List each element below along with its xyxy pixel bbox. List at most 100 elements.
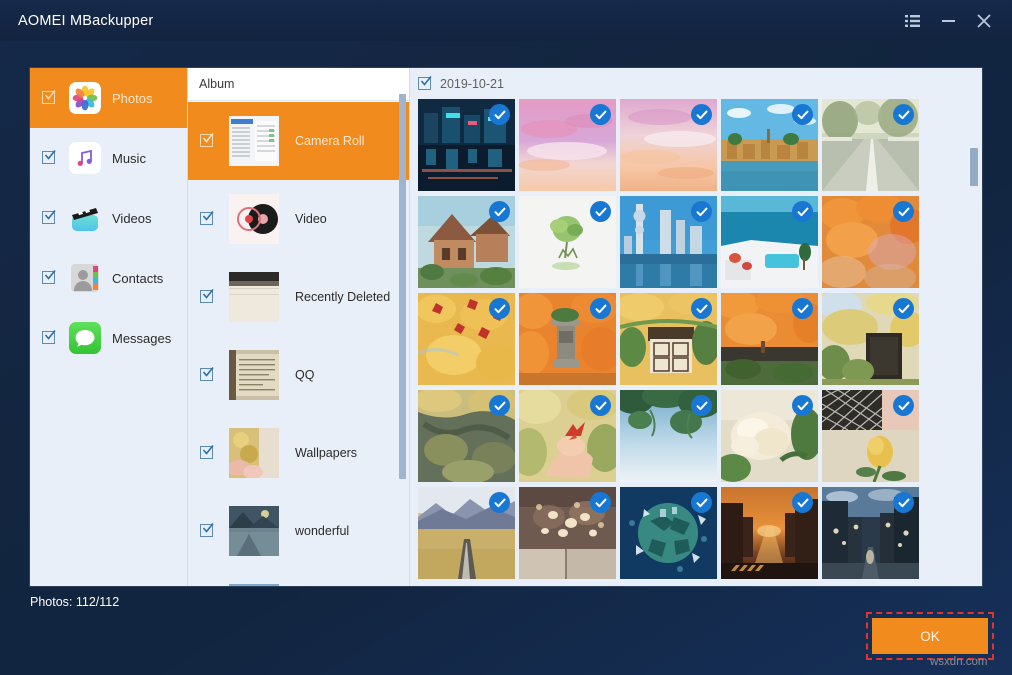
photo-thumbnail[interactable] — [418, 196, 515, 288]
qq-checkbox[interactable] — [200, 368, 215, 383]
photo-thumbnail[interactable] — [822, 487, 919, 579]
album-label-recently-deleted: Recently Deleted — [295, 290, 390, 304]
recently-deleted-checkbox[interactable] — [200, 290, 215, 305]
date-group-header[interactable]: 2019-10-21 — [410, 68, 982, 94]
date-group-checkbox[interactable] — [418, 77, 433, 92]
photo-checked-badge[interactable] — [792, 492, 813, 513]
photo-thumbnail[interactable] — [721, 293, 818, 385]
watermark: wsxdn.com — [930, 656, 988, 668]
photo-checked-badge[interactable] — [691, 201, 712, 222]
photo-thumbnail[interactable] — [721, 99, 818, 191]
album-label-qq: QQ — [295, 368, 314, 382]
ok-button[interactable]: OK — [872, 618, 988, 654]
photo-thumbnail[interactable] — [519, 390, 616, 482]
sidebar-item-music[interactable]: Music — [30, 128, 187, 188]
album-item-video[interactable]: Video — [188, 180, 409, 258]
photo-checked-badge[interactable] — [590, 298, 611, 319]
album-item-wonderful[interactable]: wonderful — [188, 492, 409, 570]
album-item-camera-roll[interactable]: Camera Roll — [188, 102, 409, 180]
photo-checked-badge[interactable] — [691, 492, 712, 513]
photo-checked-badge[interactable] — [489, 201, 510, 222]
photo-thumbnail[interactable] — [418, 293, 515, 385]
camera-roll-thumbnail — [229, 116, 279, 166]
category-sidebar: Photos Music — [30, 68, 188, 586]
album-item-wallpapers[interactable]: Wallpapers — [188, 414, 409, 492]
photo-thumbnail[interactable] — [418, 390, 515, 482]
photo-checked-badge[interactable] — [489, 104, 510, 125]
album-scrollbar-thumb[interactable] — [399, 94, 406, 479]
album-panel: Album — [188, 68, 410, 586]
main-panel: Photos Music — [30, 68, 982, 586]
minimize-button[interactable] — [930, 0, 966, 41]
photo-thumbnail[interactable] — [822, 196, 919, 288]
photo-thumbnail[interactable] — [822, 390, 919, 482]
close-button[interactable] — [966, 0, 1002, 41]
album-item-qq[interactable]: QQ — [188, 336, 409, 414]
status-text: Photos: 112/112 — [30, 595, 119, 609]
music-app-icon — [69, 142, 101, 174]
video-thumbnail — [229, 194, 279, 244]
photo-checked-badge[interactable] — [489, 492, 510, 513]
wallpapers-checkbox[interactable] — [200, 446, 215, 461]
sidebar-item-messages[interactable]: Messages — [30, 308, 187, 368]
photo-checked-badge[interactable] — [691, 104, 712, 125]
photo-checked-badge[interactable] — [590, 104, 611, 125]
photo-thumbnail[interactable] — [822, 293, 919, 385]
photo-checked-badge[interactable] — [893, 298, 914, 319]
sidebar-label-messages: Messages — [112, 331, 171, 346]
menu-list-icon[interactable] — [894, 0, 930, 41]
photo-thumbnail[interactable] — [519, 99, 616, 191]
photo-checked-badge[interactable] — [489, 395, 510, 416]
photo-checked-badge[interactable] — [893, 492, 914, 513]
photo-checked-badge[interactable] — [590, 395, 611, 416]
photos-checkbox[interactable] — [42, 91, 57, 106]
photo-thumbnail[interactable] — [721, 390, 818, 482]
messages-checkbox[interactable] — [42, 331, 57, 346]
photo-thumbnail[interactable] — [620, 487, 717, 579]
photo-checked-badge[interactable] — [489, 298, 510, 319]
photo-checked-badge[interactable] — [893, 395, 914, 416]
wonderful-checkbox[interactable] — [200, 524, 215, 539]
photo-checked-badge[interactable] — [590, 492, 611, 513]
recently-deleted-thumbnail — [229, 272, 279, 322]
messages-app-icon — [69, 322, 101, 354]
photo-checked-badge[interactable] — [792, 395, 813, 416]
photo-thumbnail[interactable] — [519, 487, 616, 579]
album-list[interactable]: Camera Roll Video — [188, 102, 409, 586]
photo-checked-badge[interactable] — [792, 298, 813, 319]
photo-thumbnail[interactable] — [620, 293, 717, 385]
music-checkbox[interactable] — [42, 151, 57, 166]
photo-checked-badge[interactable] — [893, 201, 914, 222]
photo-checked-badge[interactable] — [590, 201, 611, 222]
sidebar-item-photos[interactable]: Photos — [30, 68, 187, 128]
contacts-checkbox[interactable] — [42, 271, 57, 286]
photo-grid — [410, 94, 982, 579]
photo-checked-badge[interactable] — [792, 201, 813, 222]
photo-thumbnail[interactable] — [620, 196, 717, 288]
photo-grid-scrollbar-thumb[interactable] — [970, 148, 978, 186]
photo-thumbnail[interactable] — [620, 99, 717, 191]
photo-thumbnail[interactable] — [418, 487, 515, 579]
album-item-recently-deleted[interactable]: Recently Deleted — [188, 258, 409, 336]
photo-checked-badge[interactable] — [893, 104, 914, 125]
album-label-wonderful: wonderful — [295, 524, 349, 538]
photo-thumbnail[interactable] — [721, 196, 818, 288]
photo-thumbnail[interactable] — [519, 293, 616, 385]
sidebar-label-photos: Photos — [112, 91, 152, 106]
photo-thumbnail[interactable] — [721, 487, 818, 579]
album-item-partial[interactable] — [188, 570, 409, 586]
videos-checkbox[interactable] — [42, 211, 57, 226]
photo-checked-badge[interactable] — [792, 104, 813, 125]
photo-thumbnail[interactable] — [418, 99, 515, 191]
photo-checked-badge[interactable] — [691, 395, 712, 416]
photo-thumbnail[interactable] — [822, 99, 919, 191]
sidebar-item-videos[interactable]: Videos — [30, 188, 187, 248]
sidebar-label-music: Music — [112, 151, 146, 166]
photo-thumbnail[interactable] — [620, 390, 717, 482]
window-controls — [894, 0, 1012, 41]
photo-thumbnail[interactable] — [519, 196, 616, 288]
video-checkbox[interactable] — [200, 212, 215, 227]
sidebar-item-contacts[interactable]: Contacts — [30, 248, 187, 308]
photo-checked-badge[interactable] — [691, 298, 712, 319]
camera-roll-checkbox[interactable] — [200, 134, 215, 149]
